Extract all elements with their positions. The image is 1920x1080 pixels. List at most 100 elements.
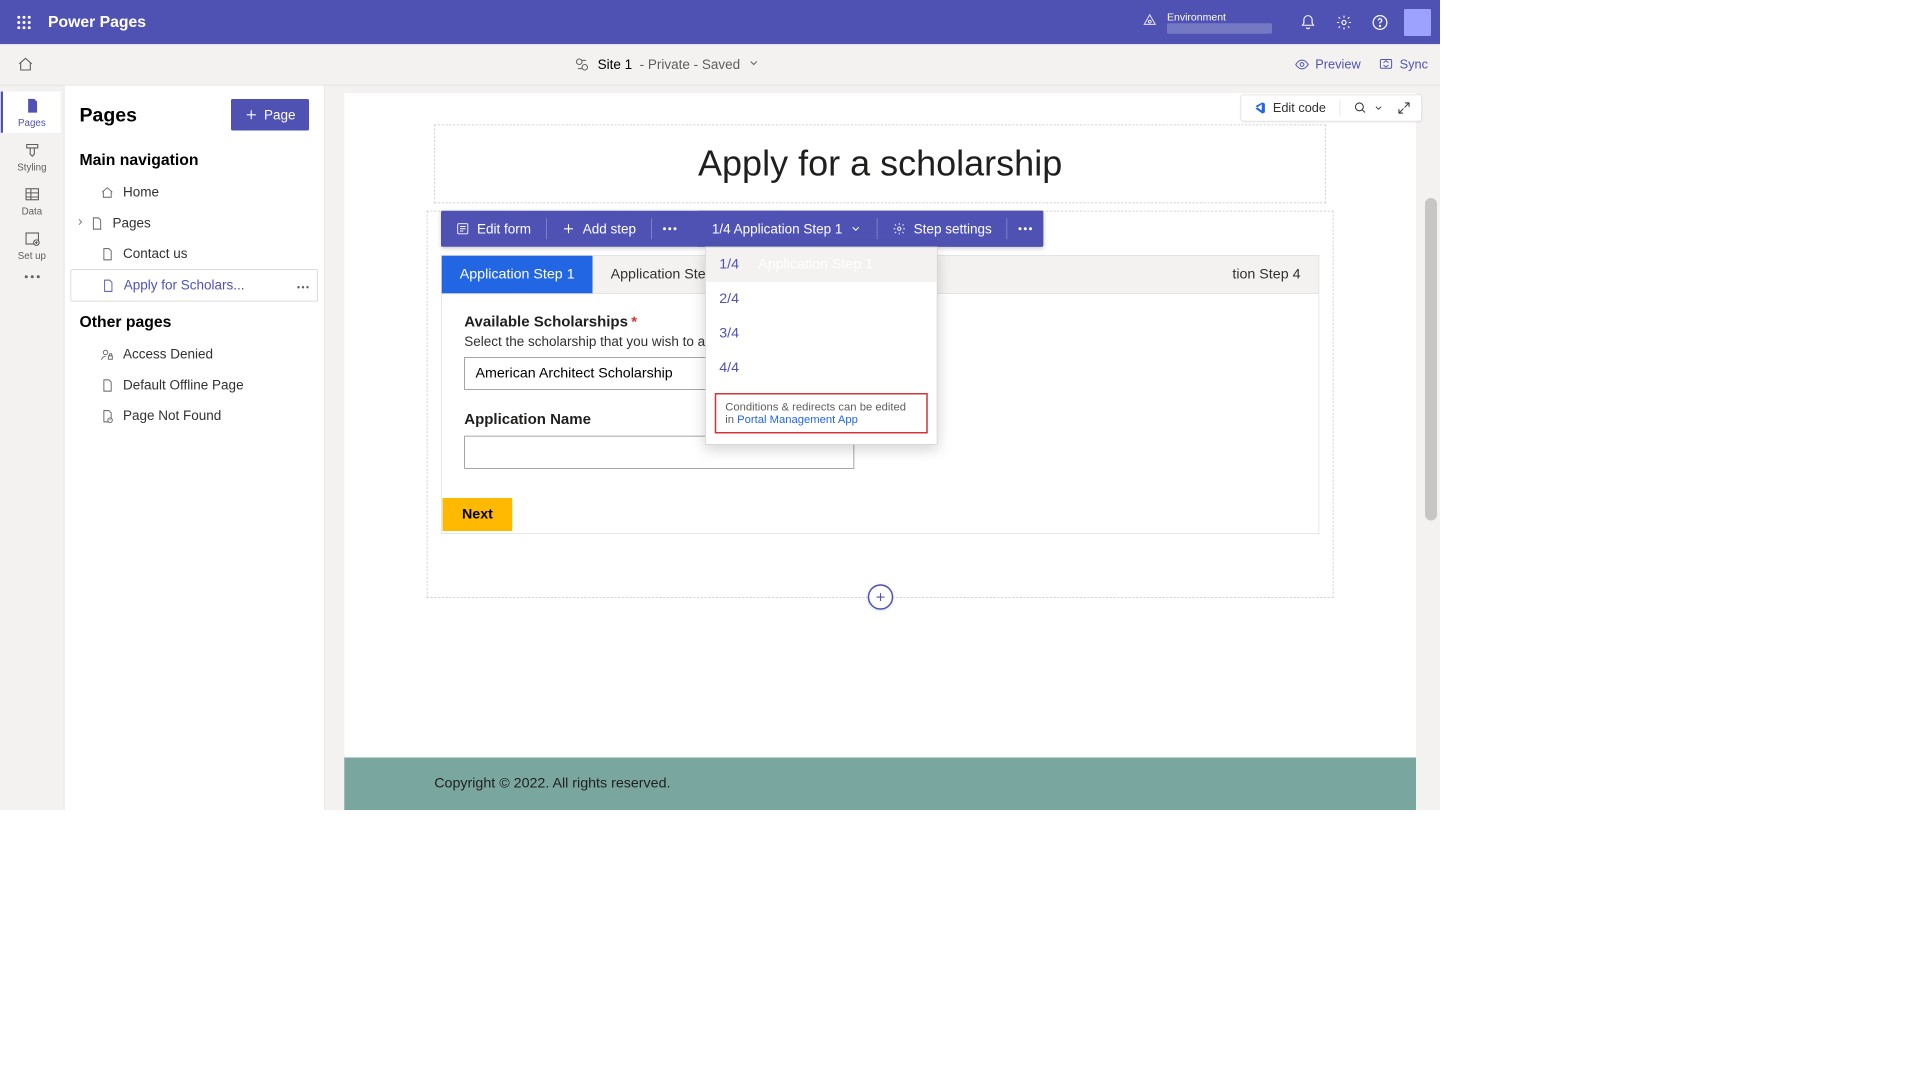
- sync-button[interactable]: Sync: [1379, 57, 1428, 72]
- form-more-button[interactable]: [652, 211, 688, 247]
- vscode-icon: [1252, 101, 1267, 116]
- step-settings-button[interactable]: Step settings: [878, 211, 1007, 247]
- step-idx: 4/4: [719, 360, 745, 377]
- eye-icon: [1294, 57, 1309, 72]
- page-icon: [101, 378, 115, 392]
- step-more-button[interactable]: [1007, 211, 1043, 247]
- add-page-label: Page: [264, 107, 296, 123]
- rail-label: Pages: [18, 117, 46, 128]
- brush-icon: [24, 142, 41, 159]
- page-icon: [101, 247, 115, 261]
- step-label: Application Step 3: [758, 326, 873, 343]
- notifications-button[interactable]: [1290, 4, 1326, 40]
- item-more-button[interactable]: [296, 278, 310, 294]
- nav-item-offline[interactable]: Default Offline Page: [71, 370, 319, 401]
- environment-label: Environment: [1167, 11, 1272, 23]
- tab-step-1[interactable]: Application Step 1: [442, 256, 593, 294]
- add-step-button[interactable]: Add step: [547, 211, 651, 247]
- environment-value: [1167, 23, 1272, 34]
- fullscreen-button[interactable]: [1397, 101, 1411, 115]
- person-lock-icon: [101, 348, 115, 362]
- nav-label: Pages: [113, 215, 151, 231]
- sync-label: Sync: [1400, 57, 1428, 72]
- next-button[interactable]: Next: [443, 498, 513, 531]
- edit-code-label: Edit code: [1273, 101, 1326, 116]
- nav-label: Contact us: [123, 246, 188, 262]
- nav-item-home[interactable]: Home: [71, 177, 319, 208]
- chevron-right-icon[interactable]: [75, 215, 86, 231]
- rail-more[interactable]: [2, 269, 62, 284]
- step-option-4[interactable]: 4/4 Application Step 4: [706, 351, 937, 386]
- page-icon: [24, 98, 41, 115]
- home-icon: [101, 186, 115, 200]
- add-step-label: Add step: [583, 221, 636, 237]
- step-option-1[interactable]: 1/4Application Step 1: [706, 248, 937, 283]
- vertical-scrollbar[interactable]: [1425, 198, 1437, 738]
- page-icon: [101, 279, 115, 293]
- step-settings-label: Step settings: [914, 221, 992, 237]
- nav-item-notfound[interactable]: Page Not Found: [71, 401, 319, 432]
- nav-label: Page Not Found: [123, 408, 221, 424]
- edit-form-button[interactable]: Edit form: [441, 211, 546, 247]
- page-footer: Copyright © 2022. All rights reserved.: [344, 755, 1416, 811]
- step-idx: 2/4: [719, 291, 745, 308]
- zoom-icon: [1354, 101, 1368, 115]
- preview-label: Preview: [1315, 57, 1360, 72]
- step-picker-label: 1/4 Application Step 1: [712, 221, 843, 237]
- nav-item-apply[interactable]: Apply for Scholars...: [71, 269, 319, 301]
- step-label: Application Step 1: [758, 257, 873, 274]
- rail-styling[interactable]: Styling: [2, 136, 62, 177]
- more-icon: [662, 227, 677, 232]
- table-icon: [24, 186, 41, 203]
- rail-label: Set up: [18, 250, 46, 261]
- page-error-icon: [101, 409, 115, 423]
- more-icon: [24, 275, 41, 280]
- add-page-button[interactable]: Page: [231, 99, 309, 131]
- add-section-button[interactable]: [867, 584, 893, 610]
- site-visibility-icon: [574, 56, 591, 73]
- nav-item-contact[interactable]: Contact us: [71, 239, 319, 270]
- product-name: Power Pages: [48, 13, 146, 31]
- main-nav-heading: Main navigation: [65, 140, 325, 178]
- form-icon: [456, 222, 470, 236]
- preview-button[interactable]: Preview: [1294, 57, 1360, 72]
- portal-mgmt-link[interactable]: Portal Management App: [737, 413, 858, 426]
- zoom-button[interactable]: [1354, 101, 1384, 115]
- home-button[interactable]: [12, 51, 39, 78]
- step-option-3[interactable]: 3/4 Application Step 3: [706, 317, 937, 352]
- edit-code-button[interactable]: Edit code: [1252, 101, 1326, 116]
- step-label: Application Step 4: [758, 360, 873, 377]
- rail-label: Styling: [17, 161, 46, 172]
- step-label: Application Step 2: [758, 291, 873, 308]
- rail-pages[interactable]: Pages: [1, 92, 61, 133]
- step-idx: 3/4: [719, 326, 745, 343]
- more-icon: [1018, 227, 1033, 232]
- user-avatar[interactable]: [1404, 9, 1431, 36]
- step-dropdown-note: Conditions & redirects can be edited in …: [715, 393, 928, 434]
- site-dropdown-icon[interactable]: [748, 57, 760, 73]
- footer-text: Copyright © 2022. All rights reserved.: [434, 776, 670, 793]
- chevron-down-icon: [850, 223, 862, 235]
- nav-item-pages[interactable]: Pages: [71, 208, 319, 239]
- other-pages-heading: Other pages: [65, 302, 325, 340]
- page-icon: [90, 216, 104, 230]
- panel-title: Pages: [80, 103, 137, 126]
- settings-button[interactable]: [1326, 4, 1362, 40]
- setup-icon: [24, 230, 41, 247]
- step-option-2[interactable]: 2/4 Application Step 2: [706, 282, 937, 317]
- help-button[interactable]: [1362, 4, 1398, 40]
- edit-form-label: Edit form: [477, 221, 531, 237]
- nav-item-access-denied[interactable]: Access Denied: [71, 339, 319, 370]
- required-mark: *: [631, 314, 637, 331]
- site-state: - Private - Saved: [640, 57, 741, 73]
- nav-label: Access Denied: [123, 347, 213, 363]
- site-name[interactable]: Site 1: [598, 57, 633, 73]
- hero-section[interactable]: Apply for a scholarship: [434, 125, 1326, 204]
- rail-setup[interactable]: Set up: [2, 224, 62, 265]
- rail-data[interactable]: Data: [2, 180, 62, 221]
- expand-icon: [1397, 101, 1411, 115]
- app-launcher-button[interactable]: [9, 7, 39, 37]
- plus-icon: [562, 222, 576, 236]
- step-picker-button[interactable]: 1/4 Application Step 1: [697, 211, 877, 247]
- tab-step-4[interactable]: tion Step 4: [1214, 256, 1318, 294]
